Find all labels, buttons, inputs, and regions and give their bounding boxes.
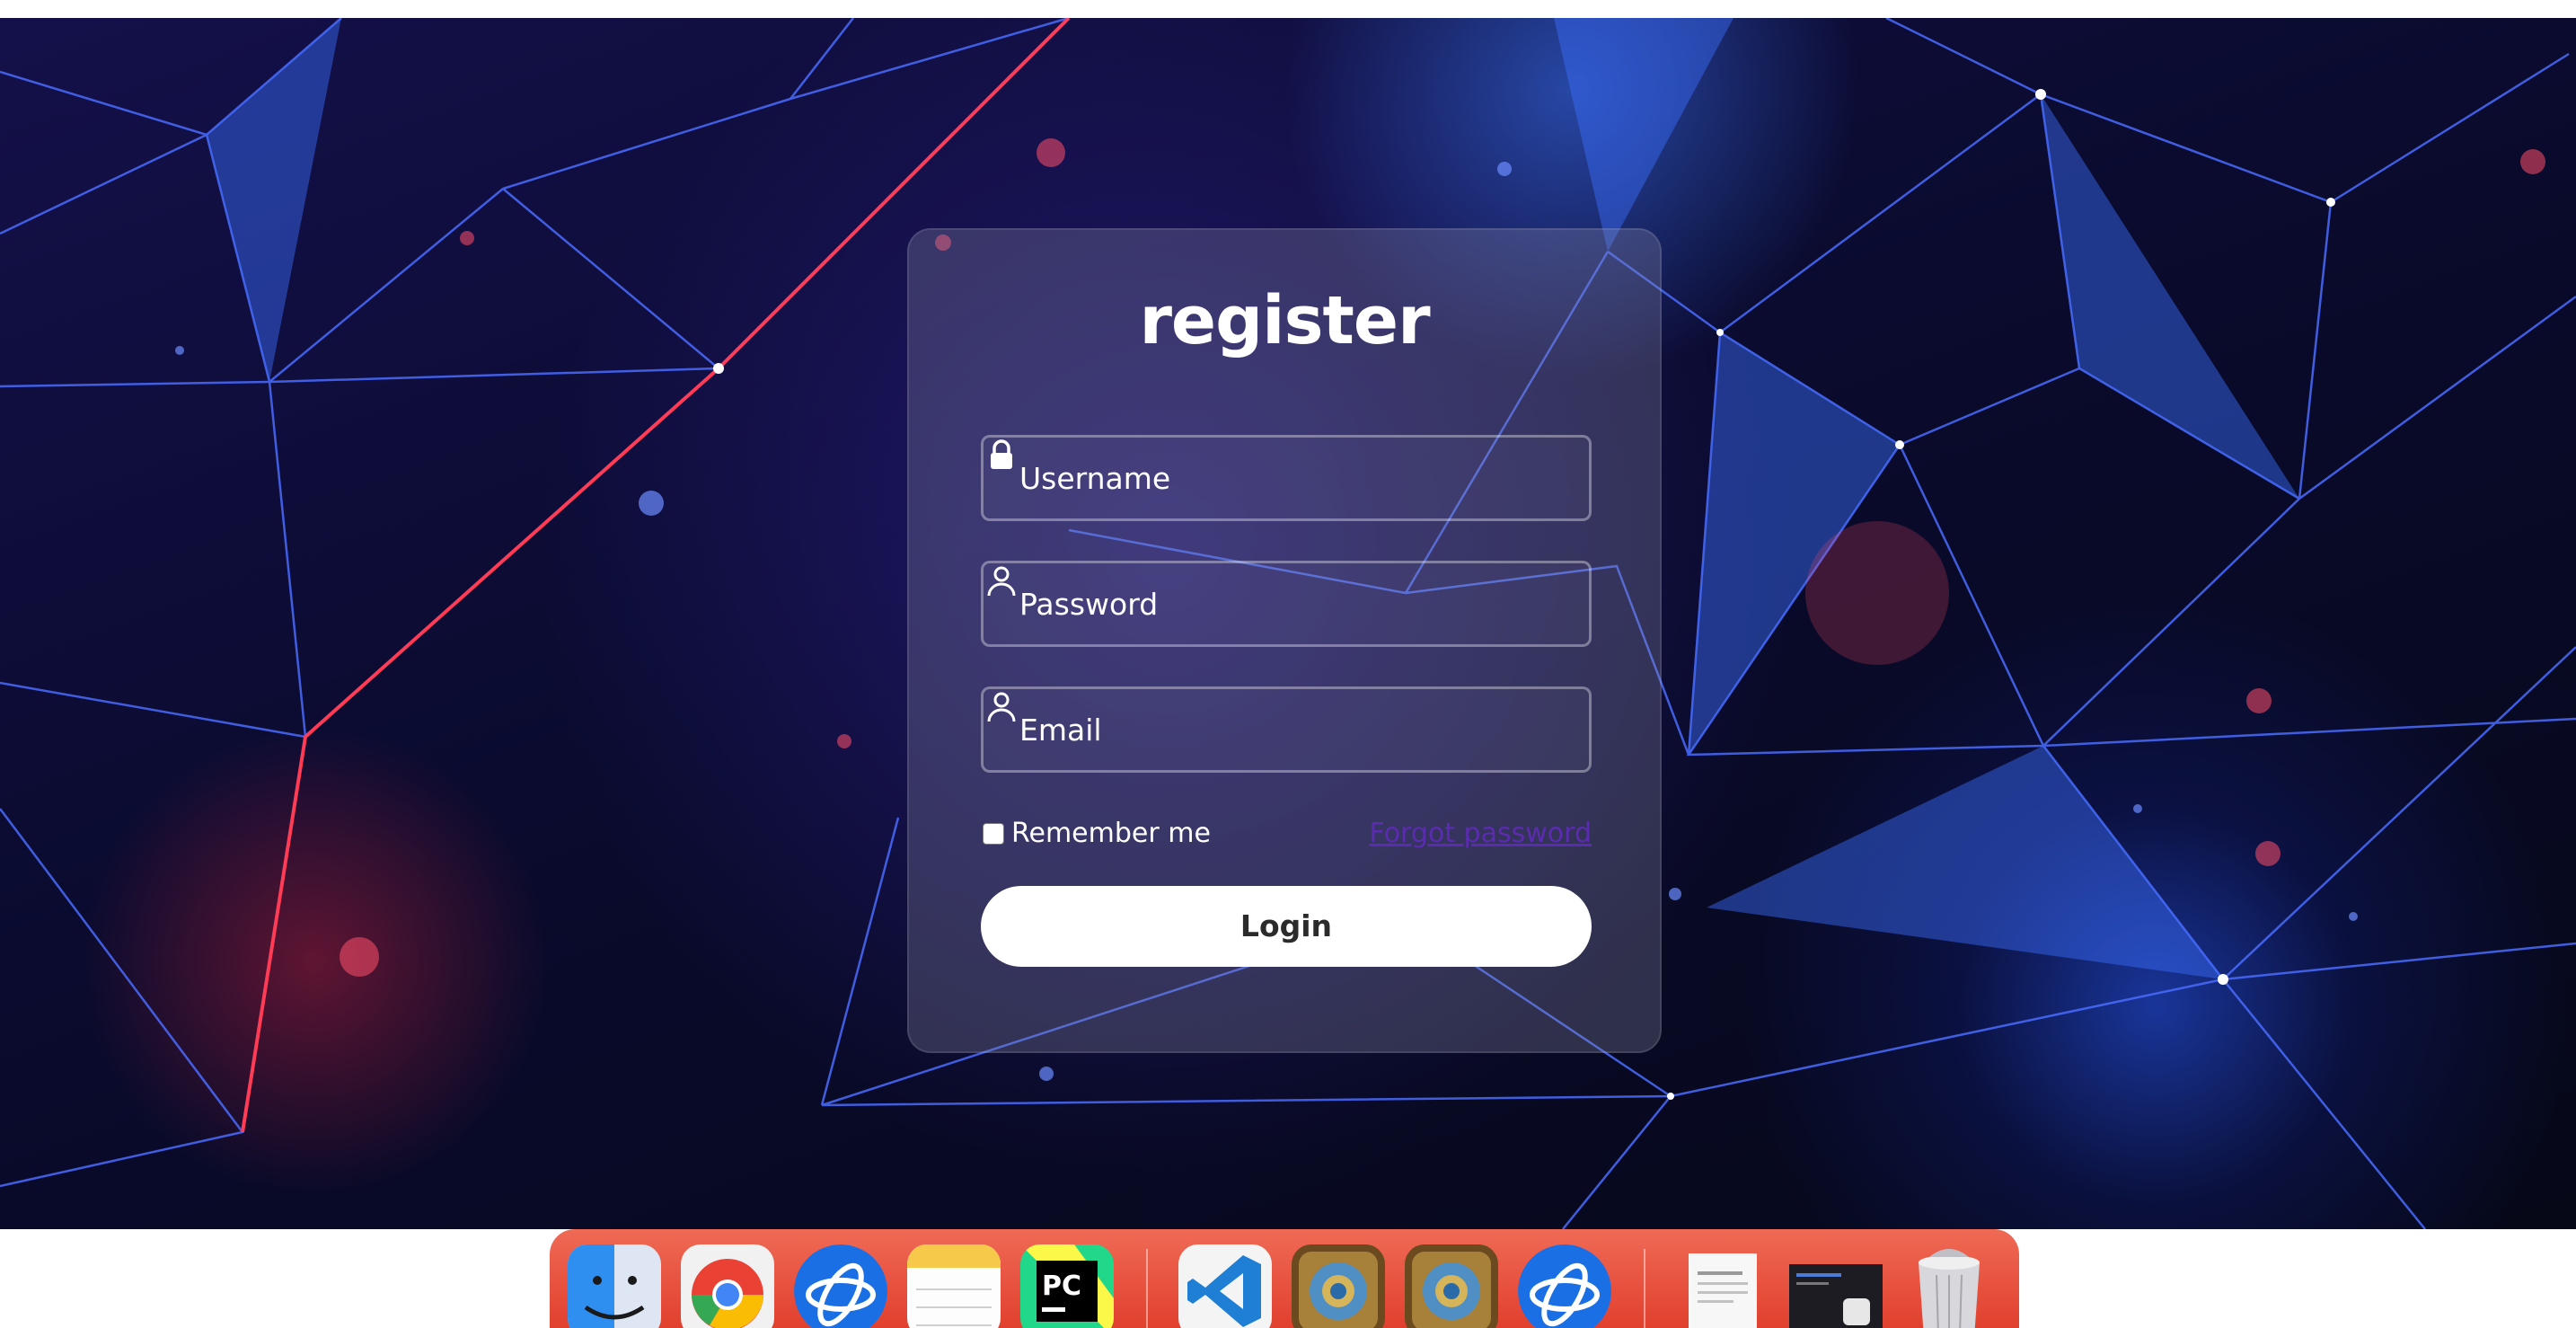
email-field-wrap: [981, 686, 1592, 773]
hearthstone-icon[interactable]: [1292, 1244, 1385, 1328]
email-input[interactable]: [984, 689, 1589, 770]
user-icon: [987, 692, 1016, 722]
screenshot-icon[interactable]: [1789, 1244, 1883, 1328]
chrome-icon[interactable]: [681, 1244, 774, 1328]
form-title: register: [1139, 282, 1430, 359]
password-field-wrap: [981, 561, 1592, 647]
pycharm-icon[interactable]: PC: [1020, 1244, 1114, 1328]
dock-separator: [1146, 1249, 1148, 1328]
battlenet-icon[interactable]: [794, 1244, 887, 1328]
forgot-password-link[interactable]: Forgot password: [1370, 818, 1592, 849]
user-icon: [987, 566, 1016, 597]
username-field-wrap: [981, 435, 1592, 521]
battlenet-icon[interactable]: [1518, 1244, 1611, 1328]
notes-icon[interactable]: [907, 1244, 1001, 1328]
trash-icon[interactable]: [1902, 1244, 1996, 1328]
hearthstone-icon[interactable]: [1405, 1244, 1498, 1328]
remember-row: Remember me Forgot password: [981, 816, 1592, 861]
finder-icon[interactable]: [568, 1244, 661, 1328]
dock-separator: [1644, 1249, 1645, 1328]
remember-label: Remember me: [1011, 818, 1211, 849]
login-button[interactable]: Login: [981, 886, 1592, 967]
register-card: register Remember me Forg: [907, 228, 1662, 1053]
vscode-icon[interactable]: [1178, 1244, 1272, 1328]
background-scene: register Remember me Forg: [0, 18, 2576, 1229]
remember-checkbox[interactable]: [983, 823, 1004, 845]
password-input[interactable]: [984, 563, 1589, 644]
username-input[interactable]: [984, 438, 1589, 518]
dock: PC: [550, 1229, 2019, 1328]
svg-text:PC: PC: [1042, 1270, 1081, 1302]
lock-icon: [991, 439, 1012, 469]
document-icon[interactable]: [1676, 1244, 1769, 1328]
